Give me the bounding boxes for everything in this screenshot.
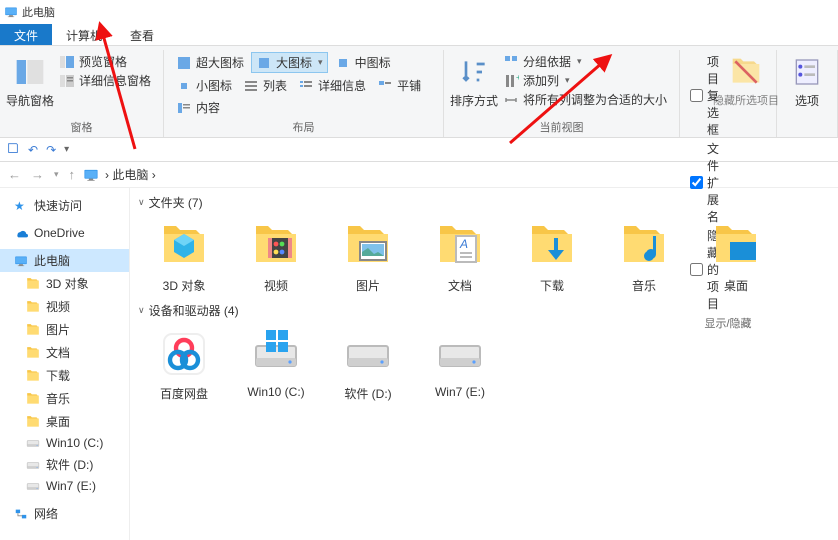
nav-forward-icon[interactable]: →	[29, 167, 46, 182]
main-area: ★快速访问 OneDrive 此电脑 3D 对象 视频 图片 文档 下载 音乐 …	[0, 188, 838, 540]
svg-text:A: A	[459, 237, 468, 251]
nav-history-icon[interactable]: ▾	[52, 169, 61, 180]
layout-sm-button[interactable]: 小图标	[172, 76, 236, 95]
sidebar-onedrive[interactable]: OneDrive	[0, 223, 129, 243]
ribbon-group-layout: 超大图标 大图标▾ 中图标 小图标 列表 详细信息 平铺 内容 布局	[164, 50, 444, 137]
sidebar-item-win10[interactable]: Win10 (C:)	[0, 433, 129, 453]
details-pane-button[interactable]: 详细信息窗格	[55, 71, 155, 90]
sidebar-item-desktop[interactable]: 桌面	[0, 410, 129, 433]
item-3d-objects[interactable]: 3D 对象	[138, 215, 230, 300]
sidebar-item-docs[interactable]: 文档	[0, 341, 129, 364]
ribbon-tabs: 文件 计算机 查看	[0, 24, 838, 46]
sidebar-item-music[interactable]: 音乐	[0, 387, 129, 410]
ribbon: 导航窗格 预览窗格 详细信息窗格 窗格 超大图标 大图标▾ 中图标 小图标 列表	[0, 46, 838, 138]
group-curview-label: 当前视图	[452, 117, 671, 137]
size-columns-button[interactable]: 将所有列调整为合适的大小	[499, 90, 671, 109]
sidebar-network[interactable]: 网络	[0, 502, 129, 525]
layout-tile-button[interactable]: 平铺	[373, 76, 425, 95]
layout-md-button[interactable]: 中图标	[331, 52, 395, 73]
group-by-button[interactable]: 分组依据▾	[499, 52, 671, 71]
hide-selected-button[interactable]: 隐藏所选项目	[724, 52, 768, 313]
window-titlebar: 此电脑	[0, 0, 838, 24]
item-win7-e[interactable]: Win7 (E:)	[414, 323, 506, 408]
item-documents[interactable]: A 文档	[414, 215, 506, 300]
ribbon-group-options: 选项	[777, 50, 838, 137]
group-layout-label: 布局	[172, 117, 435, 137]
drives-grid: 百度网盘 Win10 (C:) 软件 (D:) Win7 (E:)	[138, 323, 830, 408]
qat-undo-icon[interactable]: ↶	[28, 143, 38, 157]
tab-computer[interactable]: 计算机	[52, 24, 116, 45]
sidebar-item-video[interactable]: 视频	[0, 295, 129, 318]
layout-details-button[interactable]: 详细信息	[294, 76, 370, 95]
ribbon-group-current-view: 排序方式 分组依据▾ +添加列▾ 将所有列调整为合适的大小 当前视图	[444, 50, 680, 137]
nav-pane-button[interactable]: 导航窗格	[8, 52, 52, 110]
sort-by-button[interactable]: 排序方式	[452, 52, 496, 110]
qat-dropdown-icon[interactable]: ▾	[64, 144, 69, 155]
preview-pane-button[interactable]: 预览窗格	[55, 52, 155, 71]
tab-file[interactable]: 文件	[0, 24, 52, 45]
group-panes-label: 窗格	[8, 117, 155, 137]
nav-tree: ★快速访问 OneDrive 此电脑 3D 对象 视频 图片 文档 下载 音乐 …	[0, 188, 130, 540]
add-columns-button[interactable]: +添加列▾	[499, 71, 671, 90]
item-music[interactable]: 音乐	[598, 215, 690, 300]
pc-icon	[4, 5, 18, 19]
nav-up-icon[interactable]: ↑	[67, 167, 78, 182]
ribbon-group-panes: 导航窗格 预览窗格 详细信息窗格 窗格	[0, 50, 164, 137]
sidebar-item-win7[interactable]: Win7 (E:)	[0, 476, 129, 496]
pc-icon	[83, 167, 99, 183]
layout-xl-button[interactable]: 超大图标	[172, 52, 248, 73]
qat-save-icon[interactable]	[6, 141, 20, 158]
item-pictures[interactable]: 图片	[322, 215, 414, 300]
chevron-down-icon: ∨	[138, 305, 145, 316]
qat-redo-icon[interactable]: ↷	[46, 143, 56, 157]
chevron-down-icon: ▾	[318, 57, 323, 68]
options-button[interactable]: 选项	[785, 52, 829, 110]
layout-list-button[interactable]: 列表	[239, 76, 291, 95]
nav-back-icon[interactable]: ←	[6, 167, 23, 182]
tab-view[interactable]: 查看	[116, 24, 168, 45]
ribbon-group-showhide: 项目复选框 文件扩展名 隐藏的项目 隐藏所选项目 显示/隐藏	[680, 50, 777, 137]
layout-content-button[interactable]: 内容	[172, 98, 224, 117]
sidebar-item-pics[interactable]: 图片	[0, 318, 129, 341]
sidebar-item-soft[interactable]: 软件 (D:)	[0, 453, 129, 476]
nav-pane-label: 导航窗格	[6, 92, 54, 109]
sidebar-item-3d[interactable]: 3D 对象	[0, 272, 129, 295]
item-downloads[interactable]: 下载	[506, 215, 598, 300]
sidebar-quick-access[interactable]: ★快速访问	[0, 194, 129, 217]
item-soft-d[interactable]: 软件 (D:)	[322, 323, 414, 408]
layout-lg-button[interactable]: 大图标▾	[251, 52, 328, 73]
item-baidu[interactable]: 百度网盘	[138, 323, 230, 408]
breadcrumb[interactable]: › 此电脑 ›	[105, 166, 156, 183]
chevron-down-icon: ∨	[138, 197, 145, 208]
window-title: 此电脑	[22, 4, 55, 20]
sidebar-item-dl[interactable]: 下载	[0, 364, 129, 387]
item-win10-c[interactable]: Win10 (C:)	[230, 323, 322, 408]
svg-text:+: +	[516, 73, 519, 82]
item-videos[interactable]: 视频	[230, 215, 322, 300]
sidebar-this-pc[interactable]: 此电脑	[0, 249, 129, 272]
